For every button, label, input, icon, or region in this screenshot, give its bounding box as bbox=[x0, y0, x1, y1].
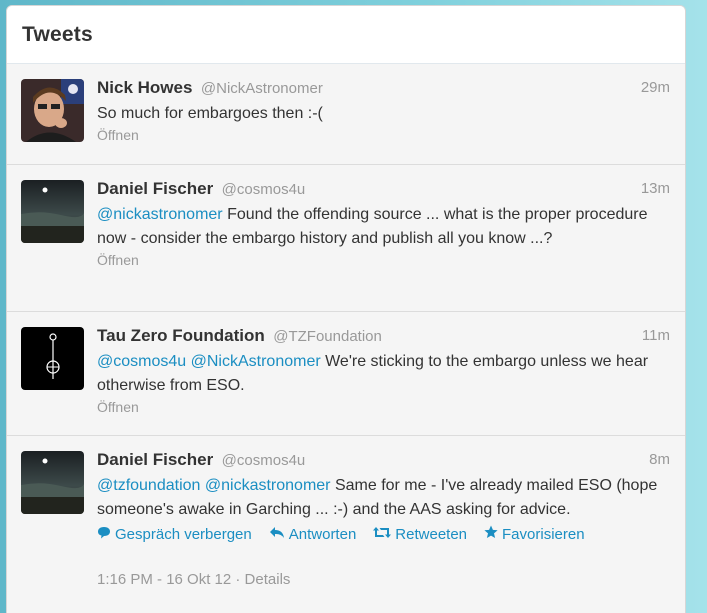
tweet-content: Daniel Fischer @cosmos4u 13m @nickastron… bbox=[97, 179, 670, 268]
tweet-fullname[interactable]: Tau Zero Foundation bbox=[97, 326, 265, 345]
tweet-text: @cosmos4u @NickAstronomer We're sticking… bbox=[97, 350, 670, 398]
tweet-item-expanded[interactable]: Daniel Fischer @cosmos4u 8m @tzfoundatio… bbox=[7, 436, 685, 613]
tweet-text-part: So much for embargoes then :-( bbox=[97, 105, 323, 122]
panel-title: Tweets bbox=[22, 22, 93, 46]
tweet-fullname[interactable]: Daniel Fischer bbox=[97, 450, 213, 469]
tweet-timestamp[interactable]: 13m bbox=[641, 179, 670, 199]
tweet-item[interactable]: Daniel Fischer @cosmos4u 13m @nickastron… bbox=[7, 165, 685, 312]
mention-link[interactable]: @NickAstronomer bbox=[191, 353, 321, 370]
tweet-header: Daniel Fischer @cosmos4u 8m bbox=[97, 450, 670, 470]
tweet-username[interactable]: @cosmos4u bbox=[222, 452, 306, 469]
tweet-item[interactable]: Nick Howes @NickAstronomer 29m So much f… bbox=[7, 64, 685, 165]
tweet-header: Daniel Fischer @cosmos4u 13m bbox=[97, 179, 670, 199]
avatar-daniel-fischer[interactable] bbox=[21, 180, 84, 243]
tweet-text: @tzfoundation @nickastronomer Same for m… bbox=[97, 474, 670, 522]
tweet-timestamp[interactable]: 29m bbox=[641, 78, 670, 98]
tweet-header: Nick Howes @NickAstronomer 29m bbox=[97, 78, 670, 98]
open-link[interactable]: Öffnen bbox=[97, 252, 670, 268]
tweet-timestamp[interactable]: 8m bbox=[649, 450, 670, 470]
tweet-actions: Gespräch verbergen Antworten Retweeten F… bbox=[97, 525, 670, 543]
retweet-label: Retweeten bbox=[395, 525, 468, 543]
reply-button[interactable]: Antworten bbox=[269, 525, 357, 543]
panel-header: Tweets bbox=[7, 6, 685, 64]
favorite-label: Favorisieren bbox=[502, 525, 585, 543]
tweet-text: @nickastronomer Found the offending sour… bbox=[97, 203, 670, 251]
open-link[interactable]: Öffnen bbox=[97, 399, 670, 415]
avatar-daniel-fischer[interactable] bbox=[21, 451, 84, 514]
open-link[interactable]: Öffnen bbox=[97, 127, 670, 143]
tweet-username[interactable]: @NickAstronomer bbox=[201, 80, 323, 97]
retweet-icon bbox=[373, 526, 392, 543]
tweet-content: Daniel Fischer @cosmos4u 8m @tzfoundatio… bbox=[97, 450, 670, 588]
avatar-tau-zero-foundation[interactable] bbox=[21, 327, 84, 390]
mention-link[interactable]: @nickastronomer bbox=[205, 477, 331, 494]
tweet-username[interactable]: @TZFoundation bbox=[273, 328, 382, 345]
speech-bubble-icon bbox=[97, 526, 111, 543]
hide-conversation-button[interactable]: Gespräch verbergen bbox=[97, 525, 252, 543]
tweet-fullname[interactable]: Daniel Fischer bbox=[97, 179, 213, 198]
tweets-panel: Tweets Nick Howes @NickAstronomer 29m So… bbox=[6, 5, 686, 613]
tweet-content: Nick Howes @NickAstronomer 29m So much f… bbox=[97, 78, 670, 143]
tweet-content: Tau Zero Foundation @TZFoundation 11m @c… bbox=[97, 326, 670, 415]
tweet-meta-details[interactable]: 1:16 PM - 16 Okt 12 · Details bbox=[97, 571, 670, 588]
mention-link[interactable]: @nickastronomer bbox=[97, 206, 223, 223]
mention-link[interactable]: @tzfoundation bbox=[97, 477, 200, 494]
tweet-username[interactable]: @cosmos4u bbox=[222, 181, 306, 198]
star-icon bbox=[484, 525, 498, 543]
tweet-header: Tau Zero Foundation @TZFoundation 11m bbox=[97, 326, 670, 346]
mention-link[interactable]: @cosmos4u bbox=[97, 353, 186, 370]
hide-conversation-label: Gespräch verbergen bbox=[115, 525, 252, 543]
retweet-button[interactable]: Retweeten bbox=[373, 525, 467, 543]
tweet-item[interactable]: Tau Zero Foundation @TZFoundation 11m @c… bbox=[7, 312, 685, 436]
reply-arrow-icon bbox=[269, 526, 285, 543]
reply-label: Antworten bbox=[288, 525, 357, 543]
tweet-timestamp[interactable]: 11m bbox=[642, 326, 670, 346]
tweet-fullname[interactable]: Nick Howes bbox=[97, 78, 192, 97]
avatar-nick-howes[interactable] bbox=[21, 79, 84, 142]
favorite-button[interactable]: Favorisieren bbox=[484, 525, 585, 543]
tweet-text: So much for embargoes then :-( bbox=[97, 102, 670, 126]
